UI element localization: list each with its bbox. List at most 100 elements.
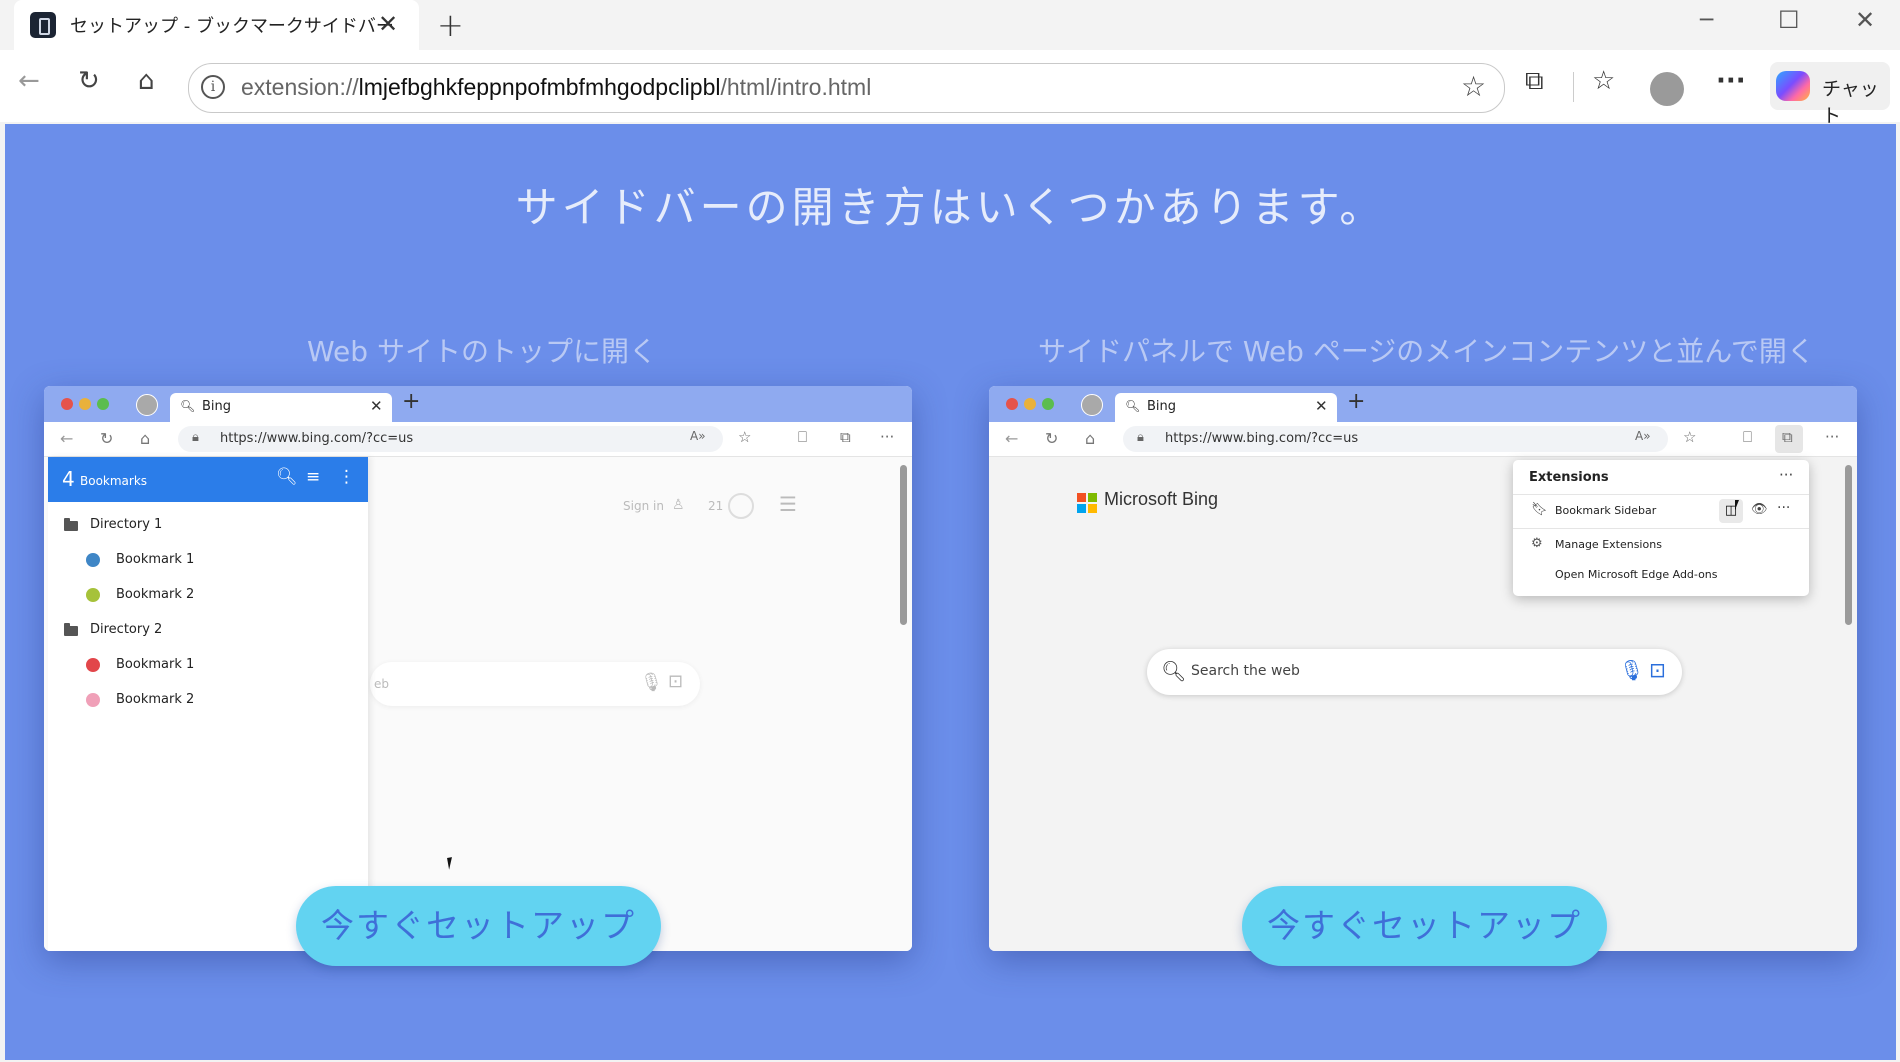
mock-lock-icon: 🔒︎ <box>1137 430 1144 445</box>
bookmark-count: 4 <box>62 467 75 491</box>
sort-icon: ≡ <box>306 467 321 487</box>
star-icon[interactable]: ☆ <box>1461 70 1486 103</box>
kebab-menu-icon: ⋮ <box>338 467 355 487</box>
mock-search-icon: 🔍︎ <box>1125 399 1141 413</box>
side-panel-mode-preview: 🔍︎ Bing ✕ + ← ↻ ⌂ 🔒︎ https://www.bing.co… <box>989 386 1857 951</box>
mock-extensions-icon-active: ⧉ <box>1775 425 1803 453</box>
folder-label: Directory 1 <box>90 517 163 532</box>
mock-rewards-icon <box>728 493 754 519</box>
mock-back-icon: ← <box>1005 429 1019 448</box>
home-icon[interactable]: ⌂ <box>138 66 155 96</box>
mock-close-icon: ✕ <box>1315 397 1328 415</box>
mock-search-box: 🔍︎ Search the web 🎙︎ ⊡ <box>1147 649 1682 695</box>
overlay-mode-preview: 🔍︎ Bing ✕ + ← ↻ ⌂ 🔒︎ https://www.bing.co… <box>44 386 912 951</box>
addons-row: Open Microsoft Edge Add-ons <box>1513 560 1809 590</box>
mock-tab-title: Bing <box>1147 399 1177 414</box>
mock-more-icon: ··· <box>1825 428 1840 446</box>
mock-star-icon: ☆ <box>738 428 752 446</box>
mock-home-icon: ⌂ <box>1085 429 1096 448</box>
mock-close-dot <box>61 398 73 410</box>
mouse-cursor-icon <box>1735 500 1743 510</box>
active-tab[interactable]: セットアップ - ブックマークサイドバー ✕ <box>14 0 419 50</box>
info-icon[interactable]: i <box>201 75 225 99</box>
bookmark-icon: 🔖︎ <box>1531 502 1548 517</box>
chat-label: チャット <box>1822 78 1879 127</box>
mock-home-icon: ⌂ <box>140 429 151 448</box>
mock-scrollbar <box>900 465 907 625</box>
setup-now-button-right[interactable]: 今すぐセットアップ <box>1242 886 1607 966</box>
mock-maximize-dot <box>1042 398 1054 410</box>
minimize-icon[interactable]: ─ <box>1700 8 1713 33</box>
close-icon[interactable]: ✕ <box>378 10 398 38</box>
copilot-chat-button[interactable]: チャット <box>1770 62 1890 127</box>
divider <box>1513 494 1809 495</box>
sidebar-bookmark-item: Bookmark 2 <box>48 682 368 717</box>
mock-minimize-dot <box>79 398 91 410</box>
mock-mic-icon: 🎙︎ <box>640 672 663 693</box>
microsoft-logo-icon <box>1077 493 1097 513</box>
sidebar-bookmark-item: Bookmark 2 <box>48 577 368 612</box>
mock-scrollbar <box>1845 465 1852 625</box>
toolbar-divider <box>1573 72 1574 102</box>
mock-new-tab-icon: + <box>402 389 421 414</box>
mock-read-aloud-icon: A» <box>690 429 706 443</box>
more-icon: ··· <box>1777 500 1791 516</box>
mock-tab-strip: 🔍︎ Bing ✕ + <box>989 386 1857 422</box>
mock-maximize-dot <box>97 398 109 410</box>
search-icon: 🔍︎ <box>276 467 298 487</box>
mock-toolbar: ← ↻ ⌂ 🔒︎ https://www.bing.com/?cc=us A» … <box>989 422 1857 457</box>
window-close-icon[interactable]: ✕ <box>1855 6 1875 34</box>
mic-icon: 🎙︎ <box>1619 658 1645 682</box>
profile-icon[interactable] <box>1650 72 1684 106</box>
mock-url: https://www.bing.com/?cc=us <box>220 431 414 446</box>
addons-label: Open Microsoft Edge Add-ons <box>1555 568 1718 581</box>
mock-star-icon: ☆ <box>1683 428 1697 446</box>
mock-close-icon: ✕ <box>370 397 383 415</box>
mock-points: 21 <box>708 499 724 513</box>
search-placeholder: Search the web <box>1191 663 1300 679</box>
back-icon[interactable]: ← <box>18 66 40 96</box>
copilot-icon <box>1776 71 1810 101</box>
mock-new-tab-icon: + <box>1347 389 1366 414</box>
bookmarks-label: Bookmarks <box>80 474 148 488</box>
favorites-icon[interactable]: ☆ <box>1592 66 1615 96</box>
manage-extensions-label: Manage Extensions <box>1555 538 1662 551</box>
manage-extensions-row: ⚙︎ Manage Extensions <box>1513 530 1809 560</box>
mock-bookmark-icon: ⎕ <box>798 428 808 446</box>
refresh-icon[interactable]: ↻ <box>78 66 100 96</box>
more-icon[interactable]: ··· <box>1716 66 1746 96</box>
address-bar[interactable]: i extension://lmjefbghkfeppnpofmbfmhgodp… <box>188 63 1505 113</box>
mock-profile-icon <box>1081 394 1103 416</box>
sidebar-folder-directory-1: Directory 1 <box>48 507 368 542</box>
sidebar-folder-directory-2: Directory 2 <box>48 612 368 647</box>
mock-lock-icon: 🔒︎ <box>192 430 199 445</box>
extensions-popup: Extensions ··· 🔖︎ Bookmark Sidebar ◫ 👁︎ … <box>1513 460 1809 596</box>
mock-extensions-icon: ⧉ <box>840 428 851 446</box>
sidebar-header: 4 Bookmarks 🔍︎ ≡ ⋮ <box>48 457 368 502</box>
mock-sign-in: Sign in <box>623 499 664 513</box>
setup-now-button-left[interactable]: 今すぐセットアップ <box>296 886 661 966</box>
extensions-icon[interactable]: ⧉ <box>1525 66 1544 97</box>
visual-search-icon: ⊡ <box>1649 658 1666 682</box>
mock-bookmark-icon: ⎕ <box>1743 428 1753 446</box>
bookmark-label: Bookmark 2 <box>116 692 195 707</box>
mock-read-aloud-icon: A» <box>1635 429 1651 443</box>
intro-page: サイドバーの開き方はいくつかあります。 Web サイトのトップに開く サイドパネ… <box>5 124 1896 1060</box>
extension-row-bookmark-sidebar: 🔖︎ Bookmark Sidebar ◫ 👁︎ ··· <box>1513 496 1809 526</box>
mock-refresh-icon: ↻ <box>100 429 114 448</box>
mock-tab-strip: 🔍︎ Bing ✕ + <box>44 386 912 422</box>
maximize-icon[interactable]: ☐ <box>1778 6 1800 34</box>
bookmark-favicon-icon <box>86 693 100 707</box>
folder-icon <box>64 623 78 636</box>
url-text[interactable]: extension://lmjefbghkfeppnpofmbfmhgodpcl… <box>241 74 871 101</box>
bookmark-favicon-icon <box>86 553 100 567</box>
bookmark-label: Bookmark 1 <box>116 657 195 672</box>
mock-back-icon: ← <box>60 429 74 448</box>
mock-profile-icon <box>136 394 158 416</box>
search-icon: 🔍︎ <box>1161 659 1187 683</box>
folder-icon <box>64 518 78 531</box>
new-tab-button[interactable]: + <box>437 6 464 44</box>
mock-tab-title: Bing <box>202 399 232 414</box>
extension-name: Bookmark Sidebar <box>1555 504 1657 517</box>
bookmark-sidebar-panel: 4 Bookmarks 🔍︎ ≡ ⋮ Directory 1 Bookmark … <box>48 457 368 951</box>
